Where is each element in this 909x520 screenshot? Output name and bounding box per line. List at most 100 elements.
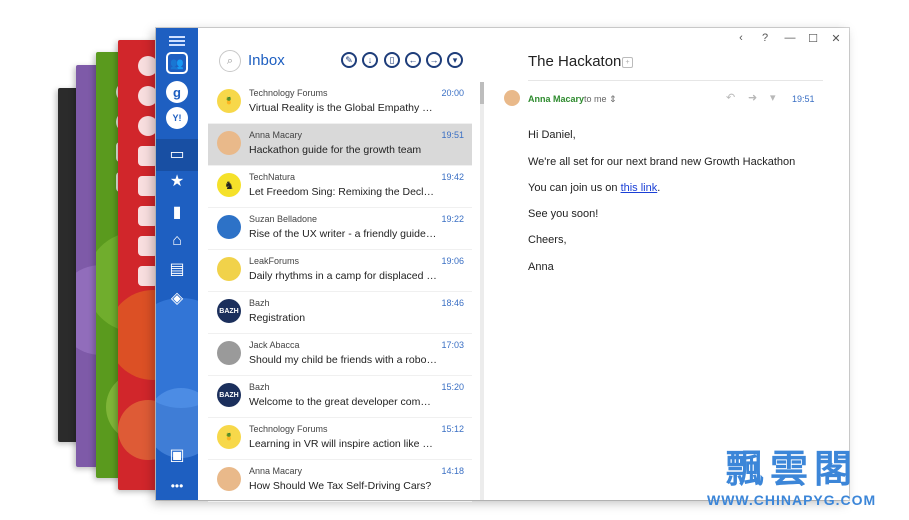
message-item[interactable]: 🍍 Technology Forums Learning in VR will … bbox=[208, 418, 472, 460]
message-sender: Technology Forums bbox=[249, 424, 328, 434]
briefcase-icon[interactable]: ▤ bbox=[169, 262, 185, 278]
message-item[interactable]: BAZH Bazh Welcome to the great developer… bbox=[208, 376, 472, 418]
yahoo-account-icon[interactable]: Y! bbox=[166, 107, 188, 129]
contacts-icon bbox=[138, 56, 158, 76]
forward-icon[interactable]: → bbox=[426, 52, 442, 68]
email-greeting: Hi Daniel, bbox=[528, 129, 576, 141]
email-text: . bbox=[657, 182, 661, 194]
tag-icon[interactable]: ◈ bbox=[169, 291, 185, 307]
star-icon[interactable]: ★ bbox=[169, 174, 185, 190]
watermark-logo: 飄雲閣 bbox=[726, 449, 859, 491]
forward-icon[interactable]: ➜ bbox=[748, 91, 757, 104]
minimize-icon[interactable]: — bbox=[783, 32, 797, 44]
google-icon bbox=[138, 86, 158, 106]
message-item[interactable]: ♞ TechNatura Let Freedom Sing: Remixing … bbox=[208, 166, 472, 208]
email-signature: Anna bbox=[528, 261, 554, 273]
message-item[interactable]: Suzan Belladone Rise of the UX writer - … bbox=[208, 208, 472, 250]
draft-icon bbox=[138, 206, 158, 226]
compose-icon[interactable]: ✎ bbox=[341, 52, 357, 68]
sender-name[interactable]: Anna Macary bbox=[528, 94, 584, 104]
maximize-icon[interactable]: ☐ bbox=[806, 32, 820, 45]
message-subject: Rise of the UX writer - a friendly guide… bbox=[249, 228, 437, 240]
person-avatar-icon bbox=[217, 467, 241, 491]
yahoo-icon bbox=[138, 116, 158, 136]
message-time: 20:00 bbox=[441, 88, 464, 98]
recipient-label[interactable]: to me ⇕ bbox=[584, 94, 617, 105]
message-sender: TechNatura bbox=[249, 172, 296, 182]
email-link[interactable]: this link bbox=[621, 182, 658, 194]
email-body-line: We're all set for our next brand new Gro… bbox=[528, 156, 796, 168]
pineapple-avatar-icon: 🍍 bbox=[217, 425, 241, 449]
message-subject: Hackathon guide for the growth team bbox=[249, 144, 422, 156]
message-sender: LeakForums bbox=[249, 256, 300, 266]
back-icon[interactable]: ‹ bbox=[734, 32, 748, 44]
more-actions-icon[interactable]: ▾ bbox=[770, 91, 776, 104]
google-account-icon[interactable]: g bbox=[166, 81, 188, 103]
scrollbar[interactable] bbox=[480, 82, 484, 500]
sender-avatar bbox=[504, 90, 520, 106]
help-icon[interactable]: ? bbox=[758, 32, 772, 44]
message-item[interactable]: Anna Macary How Should We Tax Self-Drivi… bbox=[208, 460, 472, 502]
message-item[interactable]: 🍍 Technology Forums Virtual Reality is t… bbox=[208, 82, 472, 124]
contacts-icon[interactable]: 👥 bbox=[166, 52, 188, 74]
message-item[interactable]: LeakForums Daily rhythms in a camp for d… bbox=[208, 250, 472, 292]
deer-avatar-icon: ♞ bbox=[217, 173, 241, 197]
scrollbar-thumb[interactable] bbox=[480, 82, 484, 104]
person-avatar-icon bbox=[217, 215, 241, 239]
lego-avatar-icon bbox=[217, 257, 241, 281]
message-list-pane: ⌕ Inbox ✎ ↓ ▯ ← → ▾ 🍍 Technology Forums … bbox=[208, 28, 484, 502]
person-avatar-icon bbox=[217, 131, 241, 155]
reply-icon[interactable]: ← bbox=[405, 52, 421, 68]
message-time: 14:18 bbox=[441, 466, 464, 476]
message-sender: Bazh bbox=[249, 298, 270, 308]
message-item[interactable]: Jack Abacca Should my child be friends w… bbox=[208, 334, 472, 376]
message-sender: Bazh bbox=[249, 382, 270, 392]
message-item[interactable]: BAZH Bazh Registration 18:46 bbox=[208, 292, 472, 334]
star-icon bbox=[138, 176, 158, 196]
bazh-logo-avatar: BAZH bbox=[217, 383, 241, 407]
sidebar-rail: 👥 g Y! ▭ ★ ▮ ⌂ ▤ ◈ ▣ ••• bbox=[156, 28, 198, 500]
message-list: 🍍 Technology Forums Virtual Reality is t… bbox=[208, 82, 472, 502]
contacts-book-icon[interactable]: ▣ bbox=[169, 448, 185, 464]
add-tag-icon[interactable]: + bbox=[622, 57, 633, 68]
message-sender: Anna Macary bbox=[249, 130, 303, 140]
watermark-url: WWW.CHINAPYG.COM bbox=[707, 492, 877, 508]
header-divider bbox=[528, 80, 823, 81]
draft-icon[interactable]: ▮ bbox=[169, 205, 185, 221]
more-dropdown-icon[interactable]: ▾ bbox=[447, 52, 463, 68]
mail-app-window: 👥 g Y! ▭ ★ ▮ ⌂ ▤ ◈ ▣ ••• ⌕ Inbox ✎ ↓ ▯ ←… bbox=[156, 28, 849, 502]
email-time: 19:51 bbox=[792, 94, 815, 104]
message-subject: How Should We Tax Self-Driving Cars? bbox=[249, 480, 432, 492]
email-body-line: You can join us on this link. bbox=[528, 182, 660, 194]
message-sender: Suzan Belladone bbox=[249, 214, 318, 224]
message-time: 19:42 bbox=[441, 172, 464, 182]
message-subject: Registration bbox=[249, 312, 306, 324]
person-avatar-icon bbox=[217, 341, 241, 365]
download-icon[interactable]: ↓ bbox=[362, 52, 378, 68]
inbox-icon bbox=[138, 146, 158, 166]
email-body-line: See you soon! bbox=[528, 208, 599, 220]
email-text: You can join us on bbox=[528, 182, 621, 194]
message-sender: Anna Macary bbox=[249, 466, 303, 476]
pineapple-avatar-icon: 🍍 bbox=[217, 89, 241, 113]
message-subject: Virtual Reality is the Global Empathy Ma… bbox=[249, 102, 437, 114]
search-icon[interactable]: ⌕ bbox=[219, 50, 241, 72]
trash-icon[interactable]: ▯ bbox=[384, 52, 400, 68]
inbox-title: Inbox bbox=[248, 52, 285, 69]
message-item-selected[interactable]: Anna Macary Hackathon guide for the grow… bbox=[208, 124, 472, 166]
more-icon[interactable]: ••• bbox=[169, 478, 185, 494]
inbox-icon[interactable]: ▭ bbox=[169, 147, 185, 163]
message-time: 19:22 bbox=[441, 214, 464, 224]
message-sender: Technology Forums bbox=[249, 88, 328, 98]
message-subject: Learning in VR will inspire action like … bbox=[249, 438, 437, 450]
archive-icon[interactable]: ⌂ bbox=[169, 233, 185, 249]
message-sender: Jack Abacca bbox=[249, 340, 300, 350]
message-time: 15:20 bbox=[441, 382, 464, 392]
message-time: 15:12 bbox=[441, 424, 464, 434]
close-icon[interactable]: ✕ bbox=[829, 32, 843, 45]
archive-icon bbox=[138, 236, 158, 256]
reading-pane: ‹ ? — ☐ ✕ The Hackaton + Anna Macary to … bbox=[486, 28, 849, 500]
message-subject: Welcome to the great developer commu… bbox=[249, 396, 437, 408]
reply-icon[interactable]: ↶ bbox=[726, 91, 735, 104]
message-subject: Should my child be friends with a robot… bbox=[249, 354, 437, 366]
